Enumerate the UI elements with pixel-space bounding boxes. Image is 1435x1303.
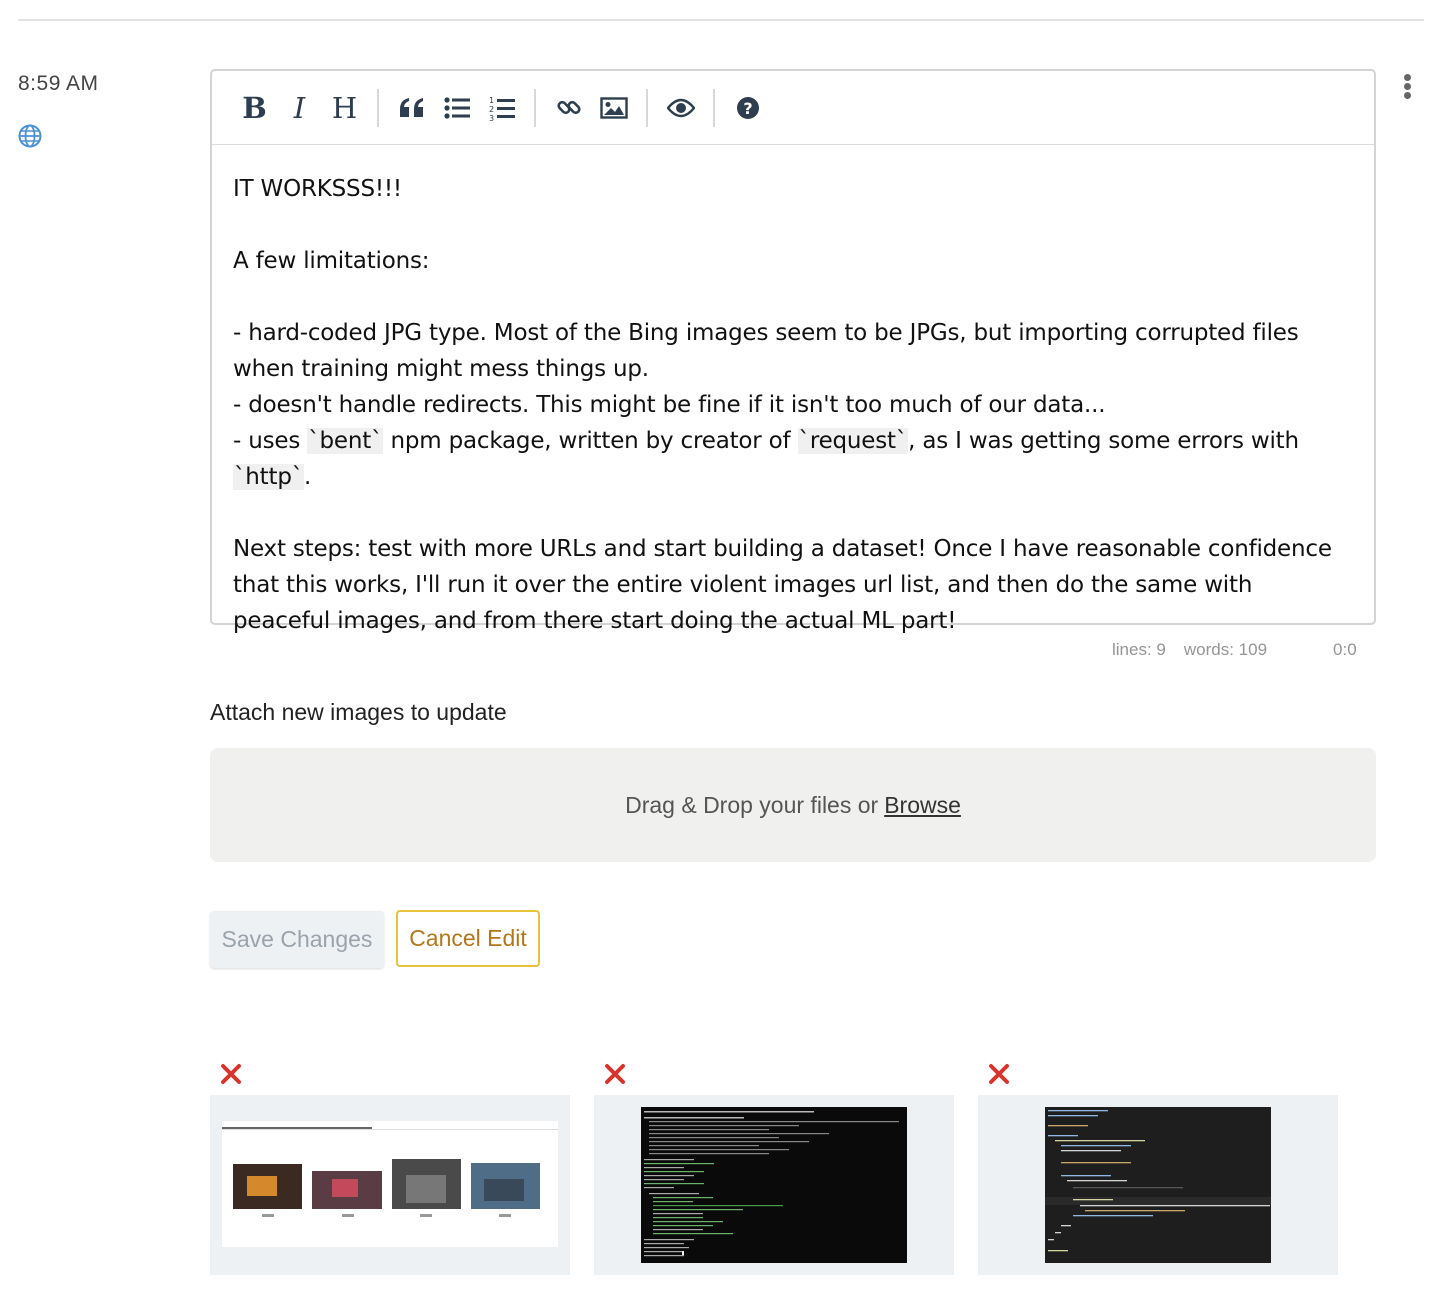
browse-link[interactable]: Browse — [884, 792, 961, 819]
toolbar-separator — [713, 88, 715, 127]
editor-toolbar: B I H 123 ? — [212, 71, 1374, 145]
help-icon[interactable]: ? — [725, 86, 770, 130]
thumbnail-image — [222, 1121, 558, 1247]
toolbar-separator — [646, 88, 648, 127]
toolbar-separator — [377, 88, 379, 127]
quote-icon[interactable] — [389, 86, 434, 130]
editor-statusbar: lines: 9 words: 109 0:0 — [1112, 640, 1357, 660]
content-line: - uses `bent` npm package, written by cr… — [233, 428, 1306, 490]
toolbar-separator — [534, 88, 536, 127]
bold-icon[interactable]: B — [232, 86, 277, 130]
attach-label: Attach new images to update — [210, 699, 507, 725]
top-divider — [18, 19, 1424, 21]
svg-text:2: 2 — [489, 105, 494, 114]
editor-content[interactable]: IT WORKSSS!!! A few limitations: - hard-co… — [212, 145, 1374, 639]
inline-code: `http` — [233, 464, 305, 490]
inline-code: `bent` — [307, 428, 384, 454]
svg-text:3: 3 — [489, 114, 494, 121]
word-count: words: 109 — [1183, 640, 1268, 659]
globe-icon[interactable] — [18, 124, 42, 148]
line-count: lines: 9 — [1112, 640, 1166, 659]
save-changes-button[interactable]: Save Changes — [210, 911, 384, 968]
timestamp: 8:59 AM — [18, 72, 99, 95]
more-vertical-icon[interactable] — [1396, 74, 1418, 104]
inline-code: `request` — [797, 428, 909, 454]
svg-text:1: 1 — [489, 96, 494, 105]
content-line: Next steps: test with more URLs and star… — [233, 536, 1339, 634]
close-icon[interactable] — [604, 1062, 626, 1086]
file-dropzone[interactable]: Drag & Drop your files or Browse — [210, 748, 1376, 862]
markdown-editor: B I H 123 ? IT WORKSSS!!! A few limitatio… — [210, 69, 1376, 634]
content-line: IT WORKSSS!!! — [233, 176, 402, 202]
ordered-list-icon[interactable]: 123 — [479, 86, 524, 130]
content-line: A few limitations: — [233, 248, 430, 274]
italic-icon[interactable]: I — [277, 86, 322, 130]
preview-icon[interactable] — [658, 86, 703, 130]
content-line: - doesn't handle redirects. This might b… — [233, 392, 1106, 418]
heading-icon[interactable]: H — [322, 86, 367, 130]
cancel-edit-button[interactable]: Cancel Edit — [396, 910, 540, 967]
unordered-list-icon[interactable] — [434, 86, 479, 130]
close-icon[interactable] — [220, 1062, 242, 1086]
content-line: - hard-coded JPG type. Most of the Bing … — [233, 320, 1306, 382]
image-thumbnail — [210, 1062, 570, 1277]
close-icon[interactable] — [988, 1062, 1010, 1086]
dropzone-text: Drag & Drop your files or — [625, 791, 879, 818]
link-icon[interactable] — [546, 86, 591, 130]
thumbnail-image — [1045, 1107, 1271, 1263]
thumbnail-image — [641, 1107, 907, 1263]
cursor-position: 0:0 — [1333, 640, 1357, 659]
image-thumbnail — [594, 1062, 954, 1277]
svg-text:?: ? — [743, 99, 752, 118]
image-thumbnail — [978, 1062, 1338, 1277]
image-icon[interactable] — [591, 86, 636, 130]
